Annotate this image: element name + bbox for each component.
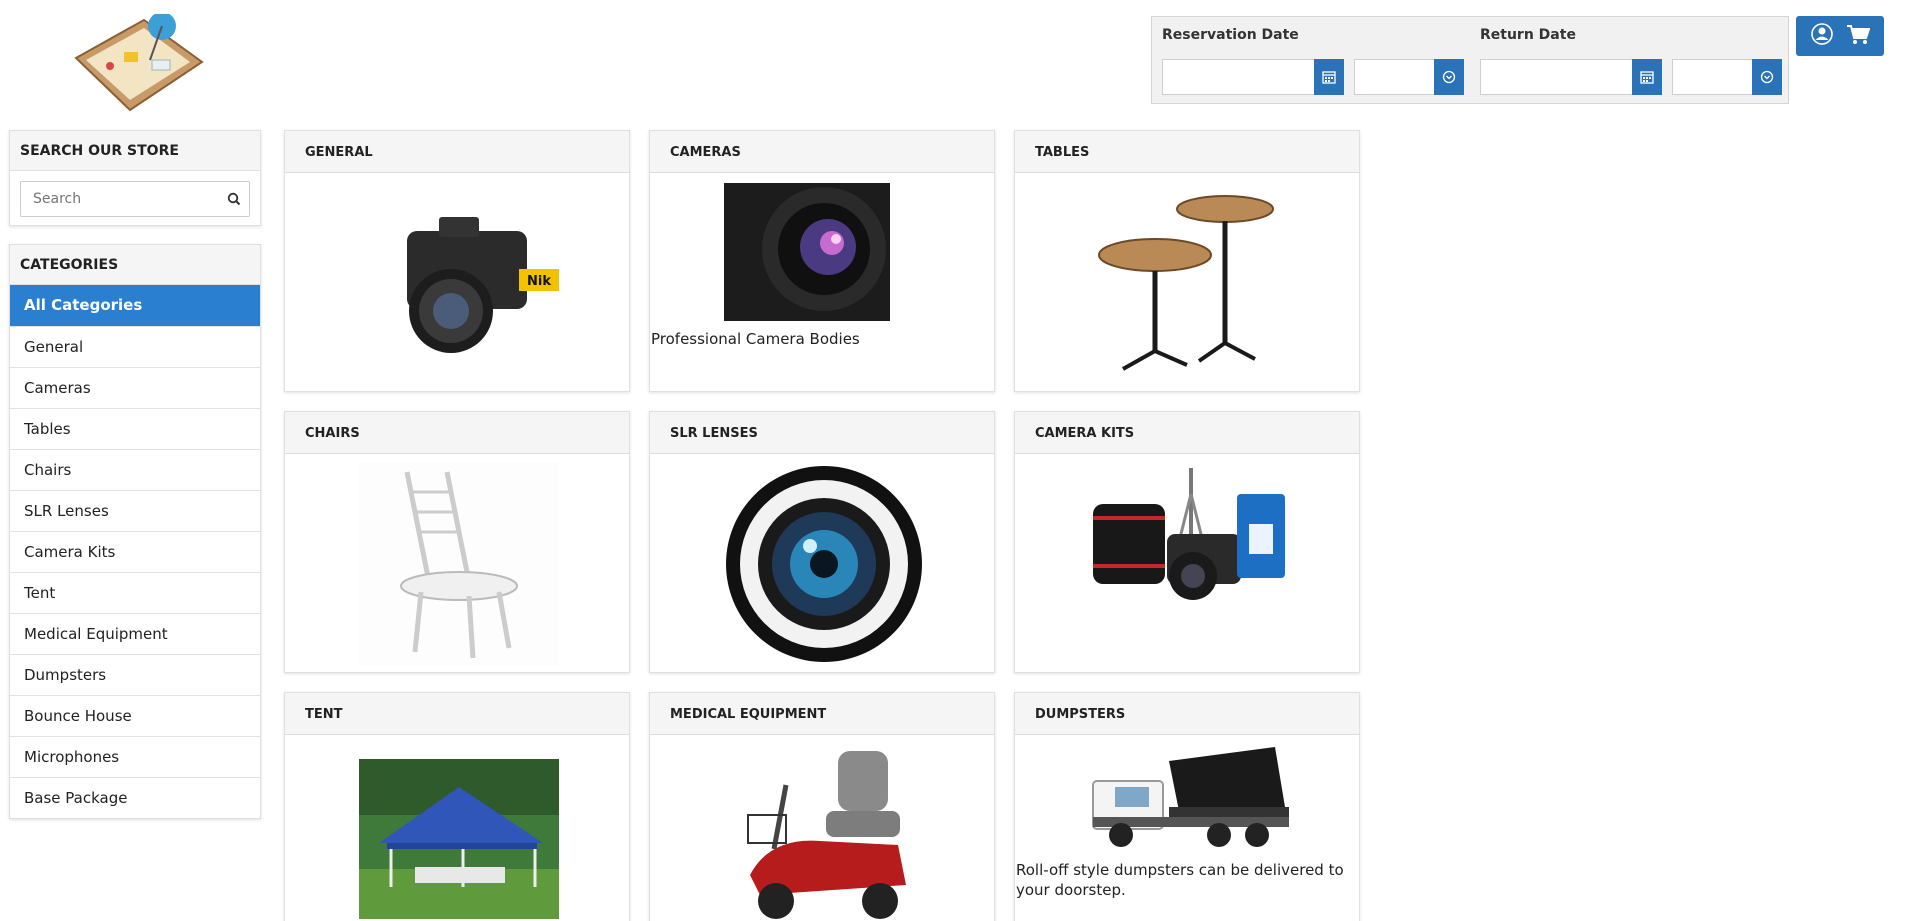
account-button[interactable] <box>1810 23 1833 49</box>
category-medical-equipment[interactable]: Medical Equipment <box>10 613 260 654</box>
search-icon <box>227 192 241 206</box>
chiavari-chair-photo <box>359 462 559 666</box>
calendar-icon <box>1322 71 1336 84</box>
tent-photo <box>359 759 559 919</box>
category-cameras[interactable]: Cameras <box>10 367 260 408</box>
search-input[interactable] <box>21 182 211 216</box>
dumpster-truck-photo <box>1092 747 1289 847</box>
store-logo[interactable] <box>66 12 206 118</box>
reservation-time-button[interactable] <box>1434 59 1464 95</box>
category-card-dumpsters[interactable]: DUMPSTERS Roll-off style dumpsters can b… <box>1014 692 1360 921</box>
search-button[interactable] <box>227 191 241 210</box>
slr-lens-photo <box>726 466 922 662</box>
return-calendar-button[interactable] <box>1632 59 1662 95</box>
categories-panel: CATEGORIES All Categories General Camera… <box>9 244 261 819</box>
return-time-button[interactable] <box>1752 59 1782 95</box>
card-title: CHAIRS <box>285 412 629 454</box>
category-chairs[interactable]: Chairs <box>10 449 260 490</box>
category-card-slr-lenses[interactable]: SLR LENSES <box>649 411 995 673</box>
reservation-date-group: Reservation Date <box>1162 27 1464 95</box>
camera-photo: Nik <box>407 217 559 353</box>
card-body: Professional Camera Bodies <box>650 173 994 391</box>
category-bounce-house[interactable]: Bounce House <box>10 695 260 736</box>
card-title: CAMERAS <box>650 131 994 173</box>
card-title: TABLES <box>1015 131 1359 173</box>
search-panel: SEARCH OUR STORE <box>9 130 261 226</box>
return-date-group: Return Date <box>1480 27 1782 95</box>
return-date-label: Return Date <box>1480 27 1576 43</box>
category-dumpsters[interactable]: Dumpsters <box>10 654 260 695</box>
card-title: MEDICAL EQUIPMENT <box>650 693 994 735</box>
category-slr-lenses[interactable]: SLR Lenses <box>10 490 260 531</box>
card-body <box>1015 454 1359 672</box>
account-cart-bar <box>1796 16 1884 56</box>
category-base-package[interactable]: Base Package <box>10 777 260 818</box>
return-date-input[interactable] <box>1480 59 1632 95</box>
svg-text:Nik: Nik <box>527 274 551 289</box>
card-description: Roll-off style dumpsters can be delivere… <box>1016 861 1344 899</box>
camera-lens-closeup-photo <box>724 183 890 321</box>
clock-icon <box>1442 70 1456 84</box>
category-general[interactable]: General <box>10 326 260 367</box>
card-body <box>650 454 994 672</box>
card-body <box>650 735 994 921</box>
rental-date-panel: Reservation Date Return Date <box>1151 16 1789 104</box>
category-card-medical-equipment[interactable]: MEDICAL EQUIPMENT <box>649 692 995 921</box>
camera-kit-photo <box>1093 468 1285 600</box>
cocktail-tables-photo <box>1098 195 1274 371</box>
clock-icon <box>1760 70 1774 84</box>
card-title: SLR LENSES <box>650 412 994 454</box>
category-card-camera-kits[interactable]: CAMERA KITS <box>1014 411 1360 673</box>
reservation-date-input[interactable] <box>1162 59 1314 95</box>
card-body <box>285 454 629 672</box>
categories-panel-title: CATEGORIES <box>10 245 260 285</box>
search-box <box>20 181 250 217</box>
category-card-general[interactable]: GENERAL Nik <box>284 130 630 392</box>
return-time-input[interactable] <box>1672 59 1752 95</box>
card-description: Professional Camera Bodies <box>651 330 860 348</box>
reservation-date-label: Reservation Date <box>1162 27 1299 43</box>
card-body: Roll-off style dumpsters can be delivere… <box>1015 735 1359 921</box>
cart-button[interactable] <box>1846 23 1870 49</box>
category-card-tent[interactable]: TENT <box>284 692 630 921</box>
card-title: CAMERA KITS <box>1015 412 1359 454</box>
search-panel-title: SEARCH OUR STORE <box>10 131 260 171</box>
category-card-chairs[interactable]: CHAIRS <box>284 411 630 673</box>
category-tables[interactable]: Tables <box>10 408 260 449</box>
reservation-calendar-button[interactable] <box>1314 59 1344 95</box>
card-body: Nik <box>285 173 629 391</box>
user-icon <box>1810 23 1833 45</box>
card-title: GENERAL <box>285 131 629 173</box>
category-card-cameras[interactable]: CAMERAS Professional Camera Bodies <box>649 130 995 392</box>
mobility-scooter-photo <box>747 751 906 919</box>
card-body <box>285 735 629 921</box>
cart-icon <box>1846 25 1870 44</box>
category-camera-kits[interactable]: Camera Kits <box>10 531 260 572</box>
category-tent[interactable]: Tent <box>10 572 260 613</box>
category-microphones[interactable]: Microphones <box>10 736 260 777</box>
category-all[interactable]: All Categories <box>10 285 260 326</box>
card-title: DUMPSTERS <box>1015 693 1359 735</box>
reservation-time-input[interactable] <box>1354 59 1434 95</box>
category-card-tables[interactable]: TABLES <box>1014 130 1360 392</box>
card-title: TENT <box>285 693 629 735</box>
calendar-icon <box>1640 71 1654 84</box>
card-body <box>1015 173 1359 391</box>
